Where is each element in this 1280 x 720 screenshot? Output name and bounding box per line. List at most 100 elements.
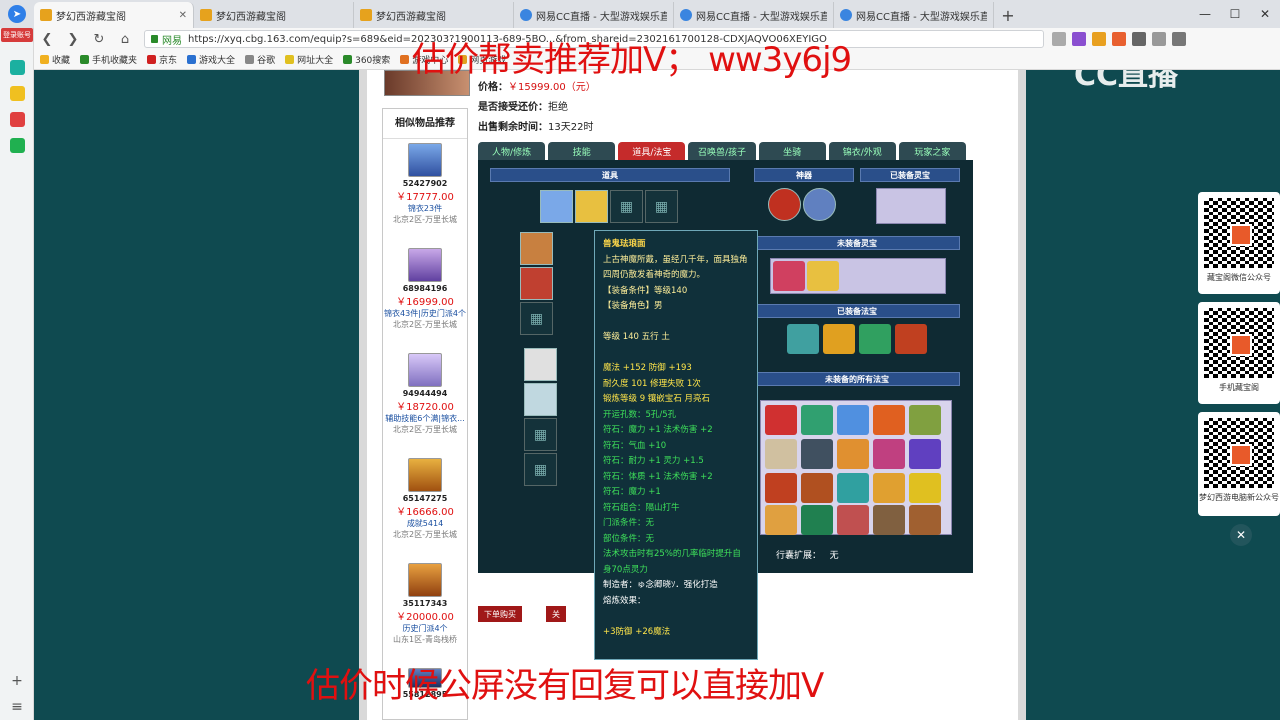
treasure-item[interactable] [909, 505, 941, 535]
treasure-item[interactable] [837, 439, 869, 469]
tab-props[interactable]: 道具/法宝 [618, 142, 686, 160]
tab-pets[interactable]: 召唤兽/孩子 [688, 142, 756, 160]
bookmark-item[interactable]: 谷歌 [245, 53, 275, 66]
tab-character[interactable]: 人物/修炼 [478, 142, 546, 160]
artifact-slot[interactable] [768, 188, 801, 221]
login-badge[interactable]: 登录账号 [1, 28, 33, 42]
sidebar-item-weibo[interactable] [0, 106, 34, 132]
bookmark-item[interactable]: 手机收藏夹 [80, 53, 137, 66]
back-icon[interactable]: ❮ [34, 28, 60, 50]
equip-slot[interactable]: ▦ [524, 418, 557, 451]
home-icon[interactable]: ⌂ [112, 28, 138, 50]
settings-icon[interactable] [1152, 32, 1166, 46]
fox-icon[interactable] [1112, 32, 1126, 46]
treasure-item[interactable] [859, 324, 891, 354]
bookmark-item[interactable]: 京东 [147, 53, 177, 66]
bookmark-item[interactable]: 收藏 [40, 53, 70, 66]
maximize-icon[interactable]: ☐ [1220, 0, 1250, 28]
avatar[interactable] [408, 248, 442, 282]
avatar[interactable] [408, 563, 442, 597]
bookmark-item[interactable]: 360搜索 [343, 53, 390, 66]
prop-slot[interactable] [540, 190, 573, 223]
follow-button[interactable]: 关 [546, 606, 566, 622]
sidebar-item-apps[interactable] [0, 132, 34, 158]
tab-home[interactable]: 玩家之家 [898, 142, 966, 160]
treasure-item[interactable] [909, 473, 941, 503]
prop-slot[interactable]: ▦ [645, 190, 678, 223]
list-item[interactable]: 68984196 ￥16999.00 锦衣43件|历史门派4个 北京2区-万里长… [383, 244, 467, 349]
close-window-icon[interactable]: ✕ [1250, 0, 1280, 28]
treasure-item[interactable] [873, 439, 905, 469]
bookmark-item[interactable]: 网址大全 [285, 53, 333, 66]
tab-5[interactable]: 网易CC直播 - 大型游戏娱乐直 [674, 2, 834, 28]
tab-1[interactable]: 梦幻西游藏宝阁 ✕ [34, 2, 194, 28]
spirit-item[interactable] [807, 261, 839, 291]
treasure-item[interactable] [823, 324, 855, 354]
treasure-item[interactable] [909, 405, 941, 435]
new-tab-button[interactable]: + [994, 2, 1022, 28]
qr-card-pc[interactable]: 梦幻西游电脑新公众号 [1198, 412, 1280, 516]
treasure-item[interactable] [837, 505, 869, 535]
avatar[interactable] [408, 668, 442, 688]
tab-skills[interactable]: 技能 [548, 142, 616, 160]
bookmark-item[interactable]: 网页游戏 [458, 53, 506, 66]
avatar[interactable] [408, 458, 442, 492]
treasure-item[interactable] [801, 505, 833, 535]
refresh-icon[interactable]: ↻ [86, 28, 112, 50]
treasure-item[interactable] [909, 439, 941, 469]
avatar[interactable] [408, 353, 442, 387]
treasure-item[interactable] [895, 324, 927, 354]
treasure-item[interactable] [765, 505, 797, 535]
treasure-item[interactable] [765, 405, 797, 435]
list-item[interactable]: 65147275 ￥16666.00 成就5414 北京2区-万里长城 [383, 454, 467, 559]
menu-icon[interactable] [1172, 32, 1186, 46]
tab-mounts[interactable]: 坐骑 [758, 142, 826, 160]
treasure-item[interactable] [873, 473, 905, 503]
treasure-item[interactable] [765, 439, 797, 469]
equip-slot[interactable] [524, 348, 557, 381]
treasure-item[interactable] [873, 505, 905, 535]
prop-slot[interactable] [575, 190, 608, 223]
tab-2[interactable]: 梦幻西游藏宝阁 [194, 2, 354, 28]
menu-icon[interactable]: ≡ [0, 694, 34, 720]
tab-3[interactable]: 梦幻西游藏宝阁 [354, 2, 514, 28]
shield-icon[interactable] [1092, 32, 1106, 46]
list-item[interactable]: 52427902 ￥17777.00 锦衣23件 北京2区-万里长城 [383, 139, 467, 244]
artifact-slot[interactable] [803, 188, 836, 221]
close-icon[interactable]: ✕ [179, 10, 187, 21]
list-item[interactable]: 94944494 ￥18720.00 辅助技能6个满|锦衣... 北京2区-万里… [383, 349, 467, 454]
equip-slot[interactable]: ▦ [524, 453, 557, 486]
close-icon[interactable]: ✕ [1230, 524, 1252, 546]
equip-slot[interactable] [520, 232, 553, 265]
equip-slot[interactable] [524, 383, 557, 416]
qr-card-wechat[interactable]: 藏宝阁微信公众号 [1198, 192, 1280, 294]
treasure-item[interactable] [801, 405, 833, 435]
treasure-item[interactable] [801, 473, 833, 503]
sidebar-item-favorites[interactable] [0, 80, 34, 106]
treasure-item[interactable] [801, 439, 833, 469]
extension-icon[interactable] [1072, 32, 1086, 46]
treasure-item[interactable] [873, 405, 905, 435]
avatar[interactable] [408, 143, 442, 177]
browser-logo[interactable]: ➤ [0, 0, 34, 28]
bookmark-item[interactable]: 游戏中心 [400, 53, 448, 66]
tab-6[interactable]: 网易CC直播 - 大型游戏娱乐直 [834, 2, 994, 28]
minimize-icon[interactable]: — [1190, 0, 1220, 28]
treasure-item[interactable] [787, 324, 819, 354]
url-input[interactable]: 网易 https://xyq.cbg.163.com/equip?s=689&e… [144, 30, 1044, 48]
scissors-icon[interactable] [1052, 32, 1066, 46]
tab-outfit[interactable]: 锦衣/外观 [828, 142, 896, 160]
forward-icon[interactable]: ❯ [60, 28, 86, 50]
prop-slot[interactable]: ▦ [610, 190, 643, 223]
list-item[interactable]: 35117343 ￥20000.00 历史门派4个 山东1区-青岛栈桥 [383, 559, 467, 664]
list-item[interactable]: 55812895 [383, 664, 467, 704]
equip-slot[interactable]: ▦ [520, 302, 553, 335]
spirit-item[interactable] [773, 261, 805, 291]
treasure-item[interactable] [765, 473, 797, 503]
sidebar-item-add[interactable] [0, 54, 34, 80]
tab-4[interactable]: 网易CC直播 - 大型游戏娱乐直 [514, 2, 674, 28]
plus-icon[interactable]: + [0, 668, 34, 694]
qr-card-mobile[interactable]: 手机藏宝阁 [1198, 302, 1280, 404]
grid-icon[interactable] [1132, 32, 1146, 46]
treasure-item[interactable] [837, 473, 869, 503]
